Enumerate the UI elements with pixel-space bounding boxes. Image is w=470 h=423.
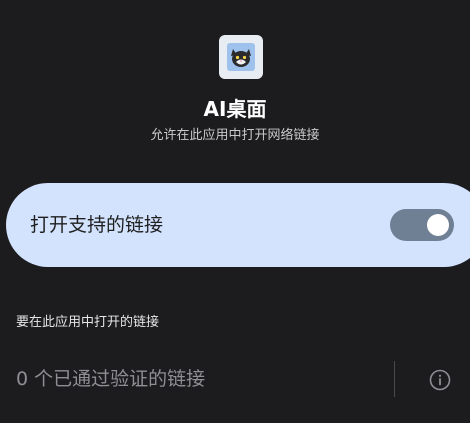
info-button[interactable] <box>428 368 452 392</box>
open-supported-links-label: 打开支持的链接 <box>30 214 164 236</box>
app-description: 允许在此应用中打开网络链接 <box>150 128 320 143</box>
info-icon <box>429 369 451 391</box>
divider <box>394 361 395 397</box>
open-supported-links-switch[interactable] <box>390 209 454 241</box>
open-supported-links-toggle-row[interactable]: 打开支持的链接 <box>6 183 470 267</box>
cat-logo-icon <box>227 43 255 71</box>
verified-links-count: 0 个已通过验证的链接 <box>16 368 206 390</box>
switch-knob <box>427 214 449 236</box>
links-section-title: 要在此应用中打开的链接 <box>16 315 160 330</box>
app-icon <box>219 35 263 79</box>
app-name: AI桌面 <box>203 97 267 121</box>
